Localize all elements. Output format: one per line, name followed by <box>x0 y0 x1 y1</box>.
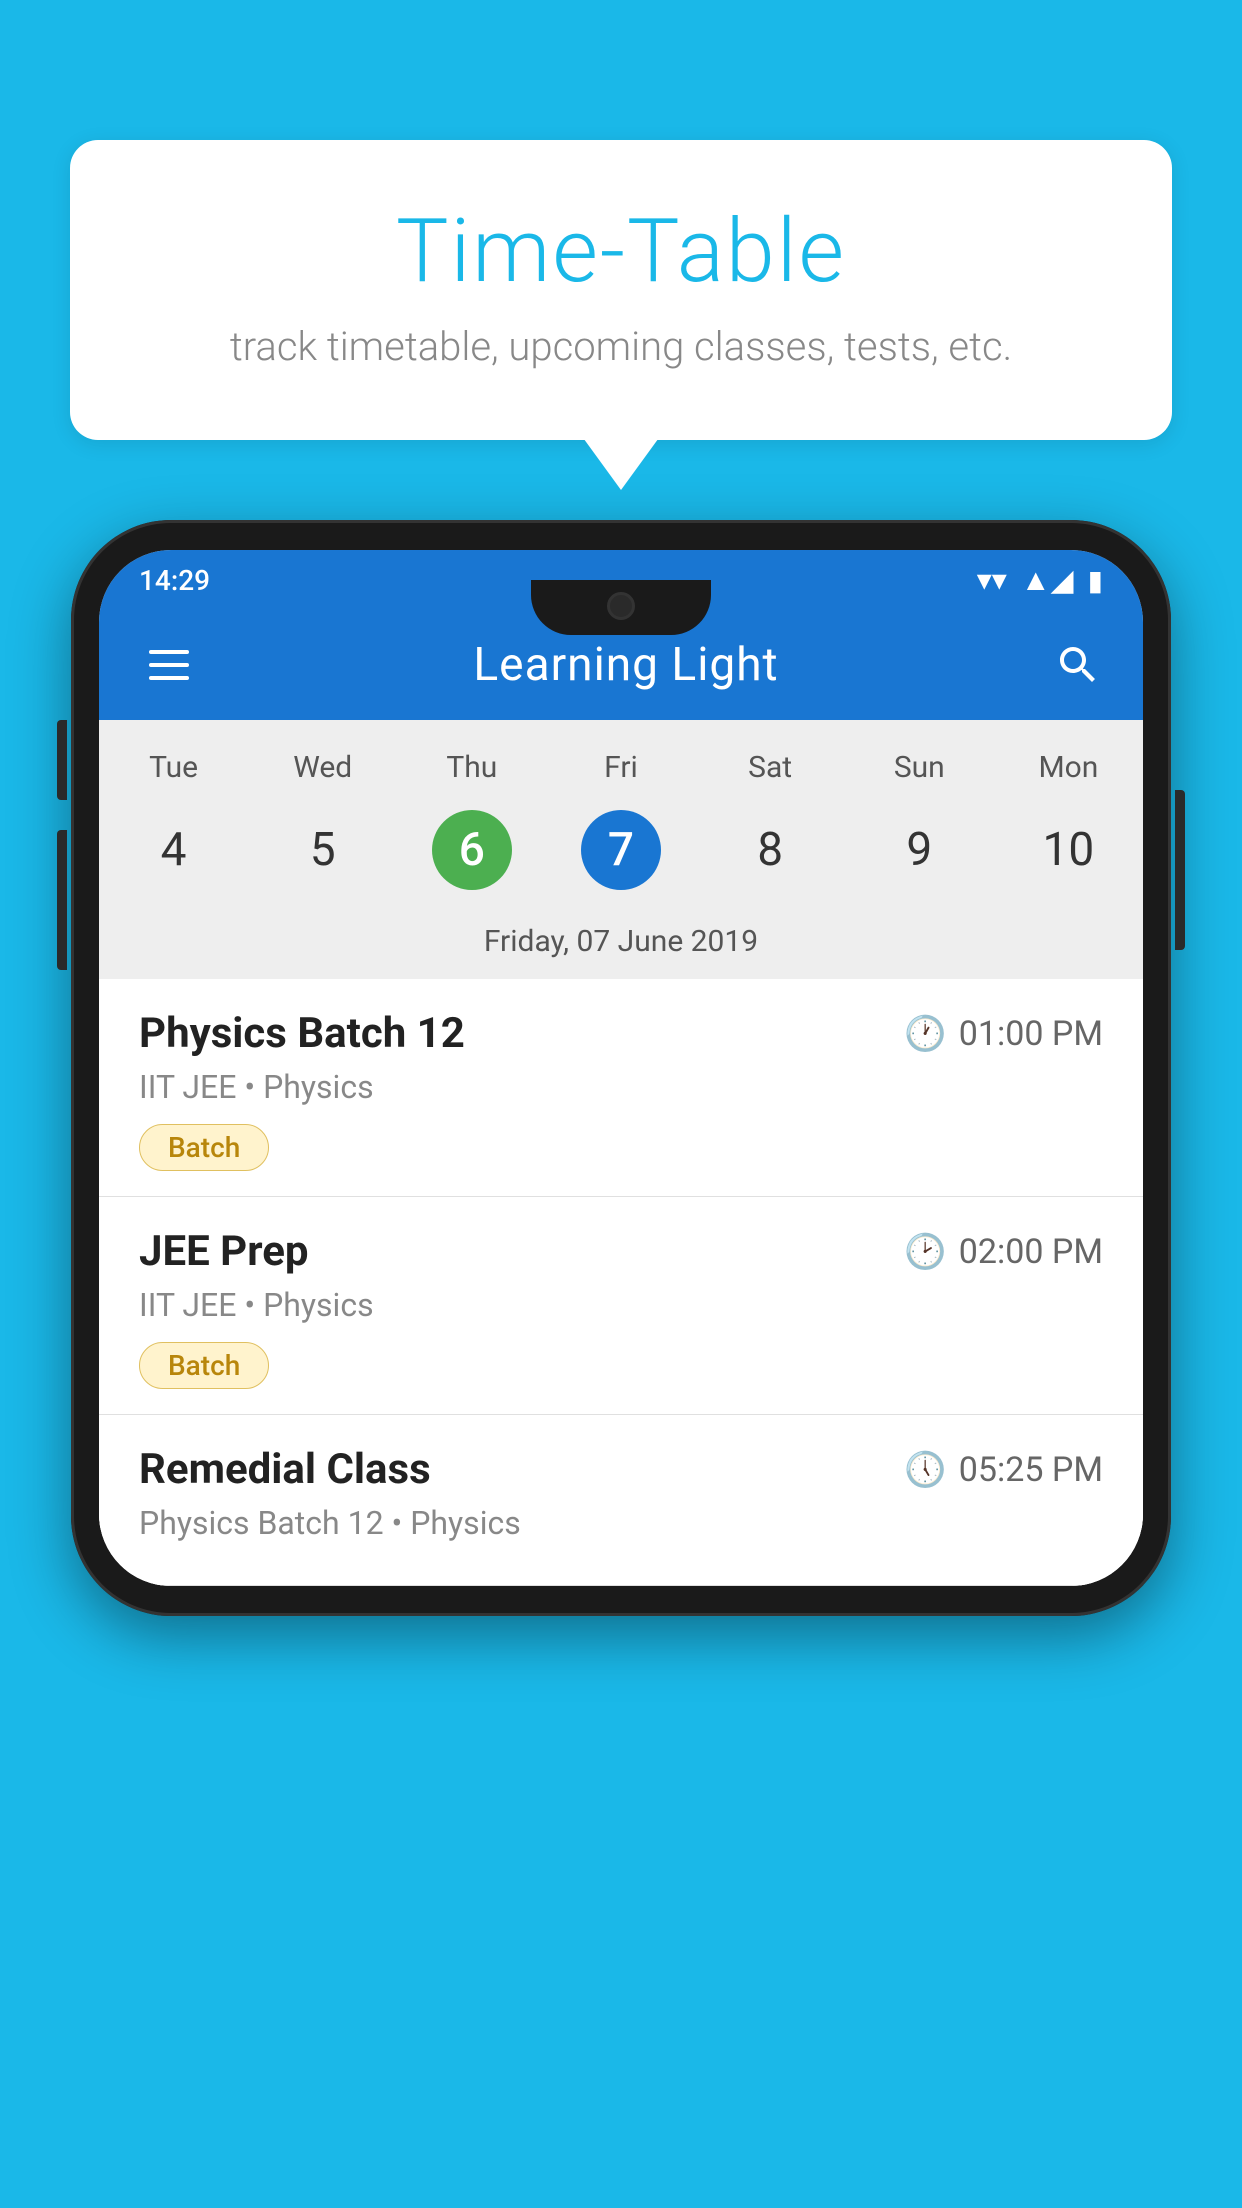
time-value-1: 01:00 PM <box>959 1014 1103 1054</box>
selected-date-label: Friday, 07 June 2019 <box>99 910 1143 979</box>
menu-line-2 <box>149 663 189 667</box>
schedule-item-name-1: Physics Batch 12 <box>139 1009 465 1058</box>
schedule-item-time-2: 🕑 02:00 PM <box>904 1232 1103 1272</box>
phone-notch <box>531 580 711 635</box>
date-5[interactable]: 5 <box>248 805 397 895</box>
time-value-2: 02:00 PM <box>959 1232 1103 1272</box>
phone-screen: 14:29 ▾▾ ▲◢ ▮ Learning Light <box>99 550 1143 1586</box>
schedule-item-time-1: 🕐 01:00 PM <box>904 1014 1103 1054</box>
speech-bubble-section: Time-Table track timetable, upcoming cla… <box>70 140 1172 440</box>
day-mon: Mon <box>994 740 1143 795</box>
menu-line-3 <box>149 676 189 680</box>
status-icons: ▾▾ ▲◢ ▮ <box>977 563 1103 598</box>
schedule-item-sub-1: IIT JEE • Physics <box>139 1068 1103 1106</box>
schedule-item-sub-3: Physics Batch 12 • Physics <box>139 1504 1103 1542</box>
wifi-icon: ▾▾ <box>977 563 1007 598</box>
phone-camera <box>607 592 635 620</box>
status-time: 14:29 <box>139 564 210 597</box>
clock-icon-3: 🕔 <box>904 1450 946 1490</box>
phone-frame: 14:29 ▾▾ ▲◢ ▮ Learning Light <box>71 520 1171 1616</box>
time-value-3: 05:25 PM <box>959 1450 1103 1490</box>
day-tue: Tue <box>99 740 248 795</box>
dates-row: 4 5 6 7 8 9 <box>99 805 1143 910</box>
batch-tag-1: Batch <box>139 1124 269 1171</box>
schedule-item-physics-batch[interactable]: Physics Batch 12 🕐 01:00 PM IIT JEE • Ph… <box>99 979 1143 1197</box>
schedule-item-header-1: Physics Batch 12 🕐 01:00 PM <box>139 1009 1103 1058</box>
day-fri: Fri <box>546 740 695 795</box>
phone-wrapper: 14:29 ▾▾ ▲◢ ▮ Learning Light <box>71 520 1171 1616</box>
schedule-item-remedial[interactable]: Remedial Class 🕔 05:25 PM Physics Batch … <box>99 1415 1143 1586</box>
schedule-item-name-2: JEE Prep <box>139 1227 309 1276</box>
date-7-selected[interactable]: 7 <box>546 805 695 895</box>
date-6-today[interactable]: 6 <box>397 805 546 895</box>
days-row: Tue Wed Thu Fri Sat Sun Mon <box>99 740 1143 805</box>
clock-icon-2: 🕑 <box>904 1232 946 1272</box>
schedule-list: Physics Batch 12 🕐 01:00 PM IIT JEE • Ph… <box>99 979 1143 1586</box>
date-8[interactable]: 8 <box>696 805 845 895</box>
day-sun: Sun <box>845 740 994 795</box>
schedule-item-time-3: 🕔 05:25 PM <box>904 1450 1103 1490</box>
menu-line-1 <box>149 650 189 654</box>
signal-icon: ▲◢ <box>1021 563 1074 598</box>
batch-tag-2: Batch <box>139 1342 269 1389</box>
speech-bubble-title: Time-Table <box>150 200 1092 303</box>
day-wed: Wed <box>248 740 397 795</box>
hamburger-menu-button[interactable] <box>139 640 199 690</box>
battery-icon: ▮ <box>1088 564 1103 597</box>
date-9[interactable]: 9 <box>845 805 994 895</box>
schedule-item-jee-prep[interactable]: JEE Prep 🕑 02:00 PM IIT JEE • Physics Ba… <box>99 1197 1143 1415</box>
speech-bubble-subtitle: track timetable, upcoming classes, tests… <box>150 323 1092 370</box>
schedule-item-name-3: Remedial Class <box>139 1445 431 1494</box>
day-thu: Thu <box>397 740 546 795</box>
search-button[interactable] <box>1053 640 1103 690</box>
speech-bubble: Time-Table track timetable, upcoming cla… <box>70 140 1172 440</box>
phone-btn-volume <box>57 830 67 970</box>
day-sat: Sat <box>696 740 845 795</box>
phone-btn-left <box>57 720 67 800</box>
schedule-item-header-3: Remedial Class 🕔 05:25 PM <box>139 1445 1103 1494</box>
date-10[interactable]: 10 <box>994 805 1143 895</box>
schedule-item-sub-2: IIT JEE • Physics <box>139 1286 1103 1324</box>
schedule-item-header-2: JEE Prep 🕑 02:00 PM <box>139 1227 1103 1276</box>
date-4[interactable]: 4 <box>99 805 248 895</box>
app-title: Learning Light <box>473 638 778 692</box>
phone-btn-right <box>1175 790 1185 950</box>
calendar-strip: Tue Wed Thu Fri Sat Sun Mon 4 5 <box>99 720 1143 979</box>
clock-icon-1: 🕐 <box>904 1014 946 1054</box>
